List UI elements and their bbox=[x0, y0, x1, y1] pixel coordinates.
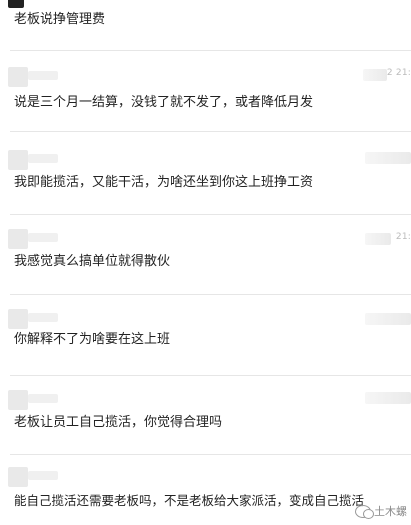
timestamp-blurred bbox=[363, 69, 387, 81]
timestamp-blurred bbox=[365, 313, 411, 325]
avatar[interactable] bbox=[8, 467, 28, 487]
timestamp-blurred bbox=[365, 392, 411, 404]
username-blurred bbox=[28, 71, 58, 80]
watermark-text: 土木螺 bbox=[374, 505, 407, 518]
comment-text: 老板说挣管理费 bbox=[14, 12, 106, 27]
comment-text: 老板让员工自己揽活，你觉得合理吗 bbox=[14, 415, 223, 430]
timestamp-blurred bbox=[365, 152, 411, 164]
comment-text: 你解释不了为啥要在这上班 bbox=[14, 332, 171, 347]
username-blurred bbox=[28, 154, 58, 163]
avatar[interactable] bbox=[8, 309, 28, 329]
comment-item: 我即能揽活，又能干活，为啥还坐到你这上班挣工资 bbox=[0, 132, 411, 214]
username-blurred bbox=[28, 233, 58, 242]
timestamp: 21: bbox=[395, 232, 411, 242]
comment-item: 老板说挣管理费 bbox=[0, 0, 411, 44]
comment-text: 能自己揽活还需要老板吗，不是老板给大家派活，变成自己揽活 bbox=[14, 493, 365, 508]
comment-item: 老板让员工自己揽活，你觉得合理吗 bbox=[0, 376, 411, 456]
username-blurred bbox=[28, 313, 58, 322]
comment-text: 我感觉真么搞单位就得散伙 bbox=[14, 254, 171, 269]
timestamp-blurred bbox=[365, 233, 391, 245]
username-blurred bbox=[28, 471, 58, 480]
avatar[interactable] bbox=[8, 150, 28, 170]
comment-item: 21: 我感觉真么搞单位就得散伙 bbox=[0, 215, 411, 295]
watermark: 土木螺 bbox=[355, 503, 407, 519]
comment-feed: 老板说挣管理费 2 21: 说是三个月一结算，没钱了就不发了，或者降低月发 我即… bbox=[0, 0, 411, 525]
comment-text: 说是三个月一结算，没钱了就不发了，或者降低月发 bbox=[14, 95, 314, 110]
wechat-icon bbox=[355, 504, 374, 519]
avatar[interactable] bbox=[8, 390, 28, 410]
avatar[interactable] bbox=[8, 0, 24, 8]
avatar[interactable] bbox=[8, 67, 28, 87]
timestamp: 2 21: bbox=[386, 68, 411, 78]
comment-item: 能自己揽活还需要老板吗，不是老板给大家派活，变成自己揽活 bbox=[0, 455, 411, 525]
comment-item: 2 21: 说是三个月一结算，没钱了就不发了，或者降低月发 bbox=[0, 51, 411, 131]
avatar[interactable] bbox=[8, 229, 28, 249]
username-blurred bbox=[28, 394, 58, 403]
comment-item: 你解释不了为啥要在这上班 bbox=[0, 295, 411, 375]
comment-text: 我即能揽活，又能干活，为啥还坐到你这上班挣工资 bbox=[14, 175, 314, 190]
